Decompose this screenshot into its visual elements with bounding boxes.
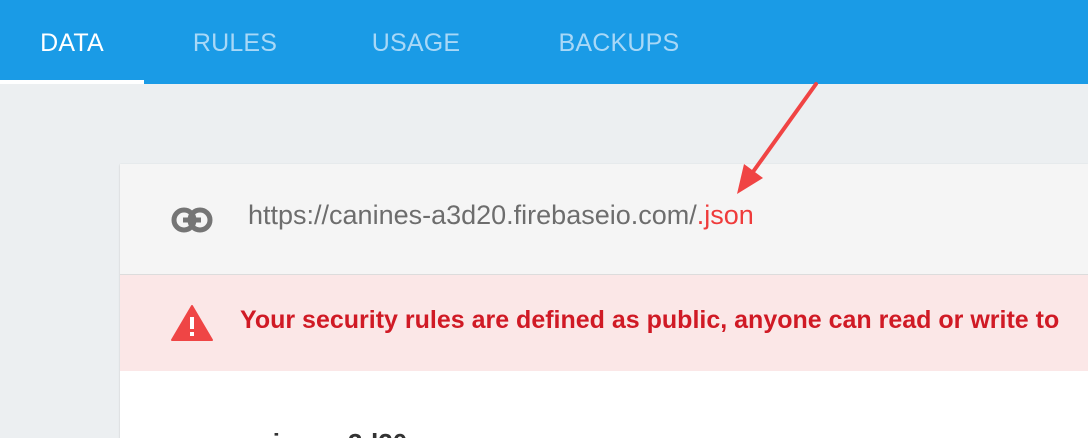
database-url[interactable]: https://canines-a3d20.firebaseio.com/.js… (248, 200, 754, 231)
active-tab-indicator (0, 80, 144, 84)
database-root-name: canines-a3d20 (228, 428, 407, 438)
security-warning-text: Your security rules are defined as publi… (240, 306, 1060, 334)
security-warning-banner: Your security rules are defined as publi… (120, 275, 1088, 371)
data-panel: https://canines-a3d20.firebaseio.com/.js… (120, 164, 1088, 438)
tab-usage[interactable]: USAGE (346, 0, 486, 84)
tab-rules[interactable]: RULES (166, 0, 304, 84)
tab-backups[interactable]: BACKUPS (530, 0, 708, 84)
tab-backups-label: BACKUPS (558, 29, 680, 57)
link-icon (171, 207, 213, 233)
database-url-base: https://canines-a3d20.firebaseio.com/ (248, 200, 697, 230)
warning-triangle-icon (171, 305, 213, 341)
top-navigation-bar: DATA RULES USAGE BACKUPS (0, 0, 1088, 84)
tab-data[interactable]: DATA (0, 0, 144, 84)
database-url-suffix: .json (696, 200, 754, 230)
tab-data-label: DATA (40, 29, 104, 57)
tab-usage-label: USAGE (371, 29, 461, 57)
tab-rules-label: RULES (192, 29, 278, 57)
database-url-bar: https://canines-a3d20.firebaseio.com/.js… (120, 164, 1088, 275)
